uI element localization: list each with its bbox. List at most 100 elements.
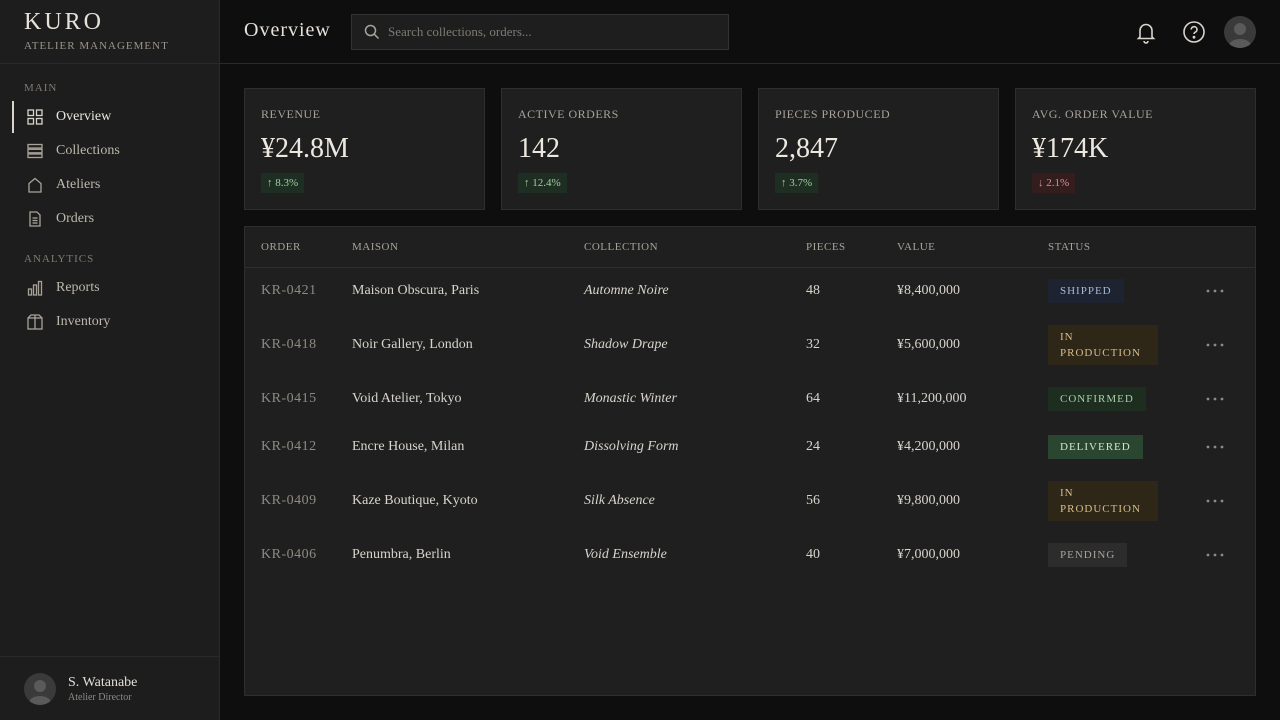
nav-section-main: MAIN [24, 82, 58, 94]
sidebar-item-inventory[interactable]: Inventory [12, 306, 219, 338]
pieces-count: 56 [806, 493, 820, 508]
pieces-count: 64 [806, 391, 820, 406]
table-row[interactable]: KR-0418 Noir Gallery, London Shadow Drap… [245, 317, 1255, 373]
order-value: ¥8,400,000 [897, 283, 960, 298]
table-row[interactable]: KR-0421 Maison Obscura, Paris Automne No… [245, 271, 1255, 311]
collection-name: Monastic Winter [584, 391, 677, 406]
sidebar-item-label: Reports [56, 280, 100, 295]
page-title: Overview [244, 19, 331, 41]
kpi-label: ACTIVE ORDERS [518, 107, 619, 121]
sidebar: KURO ATELIER MANAGEMENT MAIN Overview Co… [0, 0, 220, 720]
collection-name: Void Ensemble [584, 547, 667, 562]
column-header-value[interactable]: VALUE [897, 241, 935, 253]
more-actions-icon[interactable] [1205, 427, 1225, 467]
sidebar-item-label: Ateliers [56, 177, 101, 192]
pieces-count: 32 [806, 337, 820, 352]
help-icon[interactable] [1182, 20, 1206, 44]
more-actions-icon[interactable] [1205, 271, 1225, 311]
kpi-card-active-orders: ACTIVE ORDERS 142 ↑ 12.4% [501, 88, 742, 210]
more-actions-icon[interactable] [1205, 317, 1225, 373]
bell-icon[interactable] [1134, 20, 1158, 44]
status-cell: SHIPPED [1048, 271, 1124, 311]
search-input[interactable] [388, 24, 708, 40]
document-icon [27, 211, 43, 227]
user-profile[interactable]: S. Watanabe Atelier Director [0, 656, 219, 720]
column-header-order[interactable]: ORDER [261, 241, 301, 253]
header-divider [245, 267, 1255, 268]
status-cell: PENDING [1048, 535, 1128, 575]
search-icon [364, 24, 380, 40]
brand-logo[interactable]: KURO [24, 10, 195, 34]
more-actions-icon[interactable] [1205, 473, 1225, 529]
table-row[interactable]: KR-0409 Kaze Boutique, Kyoto Silk Absenc… [245, 473, 1255, 529]
pieces-count: 24 [806, 439, 820, 454]
kpi-value: 2,847 [775, 133, 838, 164]
status-badge: IN PRODUCTION [1048, 325, 1158, 365]
maison-name: Kaze Boutique, Kyoto [352, 493, 478, 508]
house-icon [27, 177, 43, 193]
orders-table: ORDER MAISON COLLECTION PIECES VALUE STA… [244, 226, 1256, 696]
bar-chart-icon [27, 280, 43, 296]
order-id: KR-0412 [261, 439, 317, 454]
kpi-label: PIECES PRODUCED [775, 107, 891, 121]
sidebar-item-label: Overview [56, 109, 112, 124]
column-header-pieces[interactable]: PIECES [806, 241, 846, 253]
status-badge: PENDING [1048, 543, 1128, 567]
column-header-maison[interactable]: MAISON [352, 241, 398, 253]
sidebar-item-label: Collections [56, 143, 120, 158]
box-icon [27, 314, 43, 330]
kpi-card-pieces-produced: PIECES PRODUCED 2,847 ↑ 3.7% [758, 88, 999, 210]
nav-section-analytics: ANALYTICS [24, 253, 95, 265]
sidebar-item-overview[interactable]: Overview [12, 101, 219, 133]
sidebar-item-collections[interactable]: Collections [12, 135, 219, 167]
order-value: ¥5,600,000 [897, 337, 960, 352]
more-actions-icon[interactable] [1205, 535, 1225, 575]
layers-icon [27, 143, 43, 159]
sidebar-item-ateliers[interactable]: Ateliers [12, 169, 219, 201]
collection-name: Silk Absence [584, 493, 655, 508]
status-badge: CONFIRMED [1048, 387, 1146, 411]
sidebar-item-orders[interactable]: Orders [12, 203, 219, 235]
order-value: ¥11,200,000 [897, 391, 967, 406]
table-row[interactable]: KR-0415 Void Atelier, Tokyo Monastic Win… [245, 379, 1255, 419]
kpi-value: 142 [518, 133, 560, 164]
sidebar-item-reports[interactable]: Reports [12, 272, 219, 304]
kpi-delta: ↑ 3.7% [775, 173, 819, 193]
status-cell: IN PRODUCTION [1048, 317, 1158, 373]
maison-name: Noir Gallery, London [352, 337, 473, 352]
collection-name: Automne Noire [584, 283, 669, 298]
kpi-card-avg-order-value: AVG. ORDER VALUE ¥174K ↓ 2.1% [1015, 88, 1256, 210]
kpi-delta: ↓ 2.1% [1032, 173, 1076, 193]
maison-name: Void Atelier, Tokyo [352, 391, 462, 406]
maison-name: Maison Obscura, Paris [352, 283, 480, 298]
sidebar-item-label: Orders [56, 211, 95, 226]
kpi-delta: ↑ 12.4% [518, 173, 567, 193]
more-actions-icon[interactable] [1205, 379, 1225, 419]
table-row[interactable]: KR-0406 Penumbra, Berlin Void Ensemble 4… [245, 535, 1255, 575]
status-badge: DELIVERED [1048, 435, 1143, 459]
table-row[interactable]: KR-0412 Encre House, Milan Dissolving Fo… [245, 427, 1255, 467]
order-value: ¥4,200,000 [897, 439, 960, 454]
collection-name: Shadow Drape [584, 337, 668, 352]
status-cell: IN PRODUCTION [1048, 473, 1158, 529]
profile-avatar[interactable] [1224, 16, 1256, 48]
search-bar[interactable] [351, 14, 729, 50]
order-id: KR-0418 [261, 337, 317, 352]
user-role: Atelier Director [68, 692, 132, 703]
kpi-card-revenue: REVENUE ¥24.8M ↑ 8.3% [244, 88, 485, 210]
column-header-collection[interactable]: COLLECTION [584, 241, 658, 253]
kpi-value: ¥174K [1032, 133, 1109, 164]
order-value: ¥7,000,000 [897, 547, 960, 562]
kpi-label: REVENUE [261, 107, 321, 121]
topbar: Overview [220, 0, 1280, 64]
column-header-status[interactable]: STATUS [1048, 241, 1090, 253]
maison-name: Penumbra, Berlin [352, 547, 451, 562]
status-badge: IN PRODUCTION [1048, 481, 1158, 521]
order-id: KR-0415 [261, 391, 317, 406]
order-id: KR-0409 [261, 493, 317, 508]
brand-subtitle: ATELIER MANAGEMENT [24, 40, 169, 52]
collection-name: Dissolving Form [584, 439, 679, 454]
pieces-count: 40 [806, 547, 820, 562]
status-cell: CONFIRMED [1048, 379, 1146, 419]
status-cell: DELIVERED [1048, 427, 1143, 467]
